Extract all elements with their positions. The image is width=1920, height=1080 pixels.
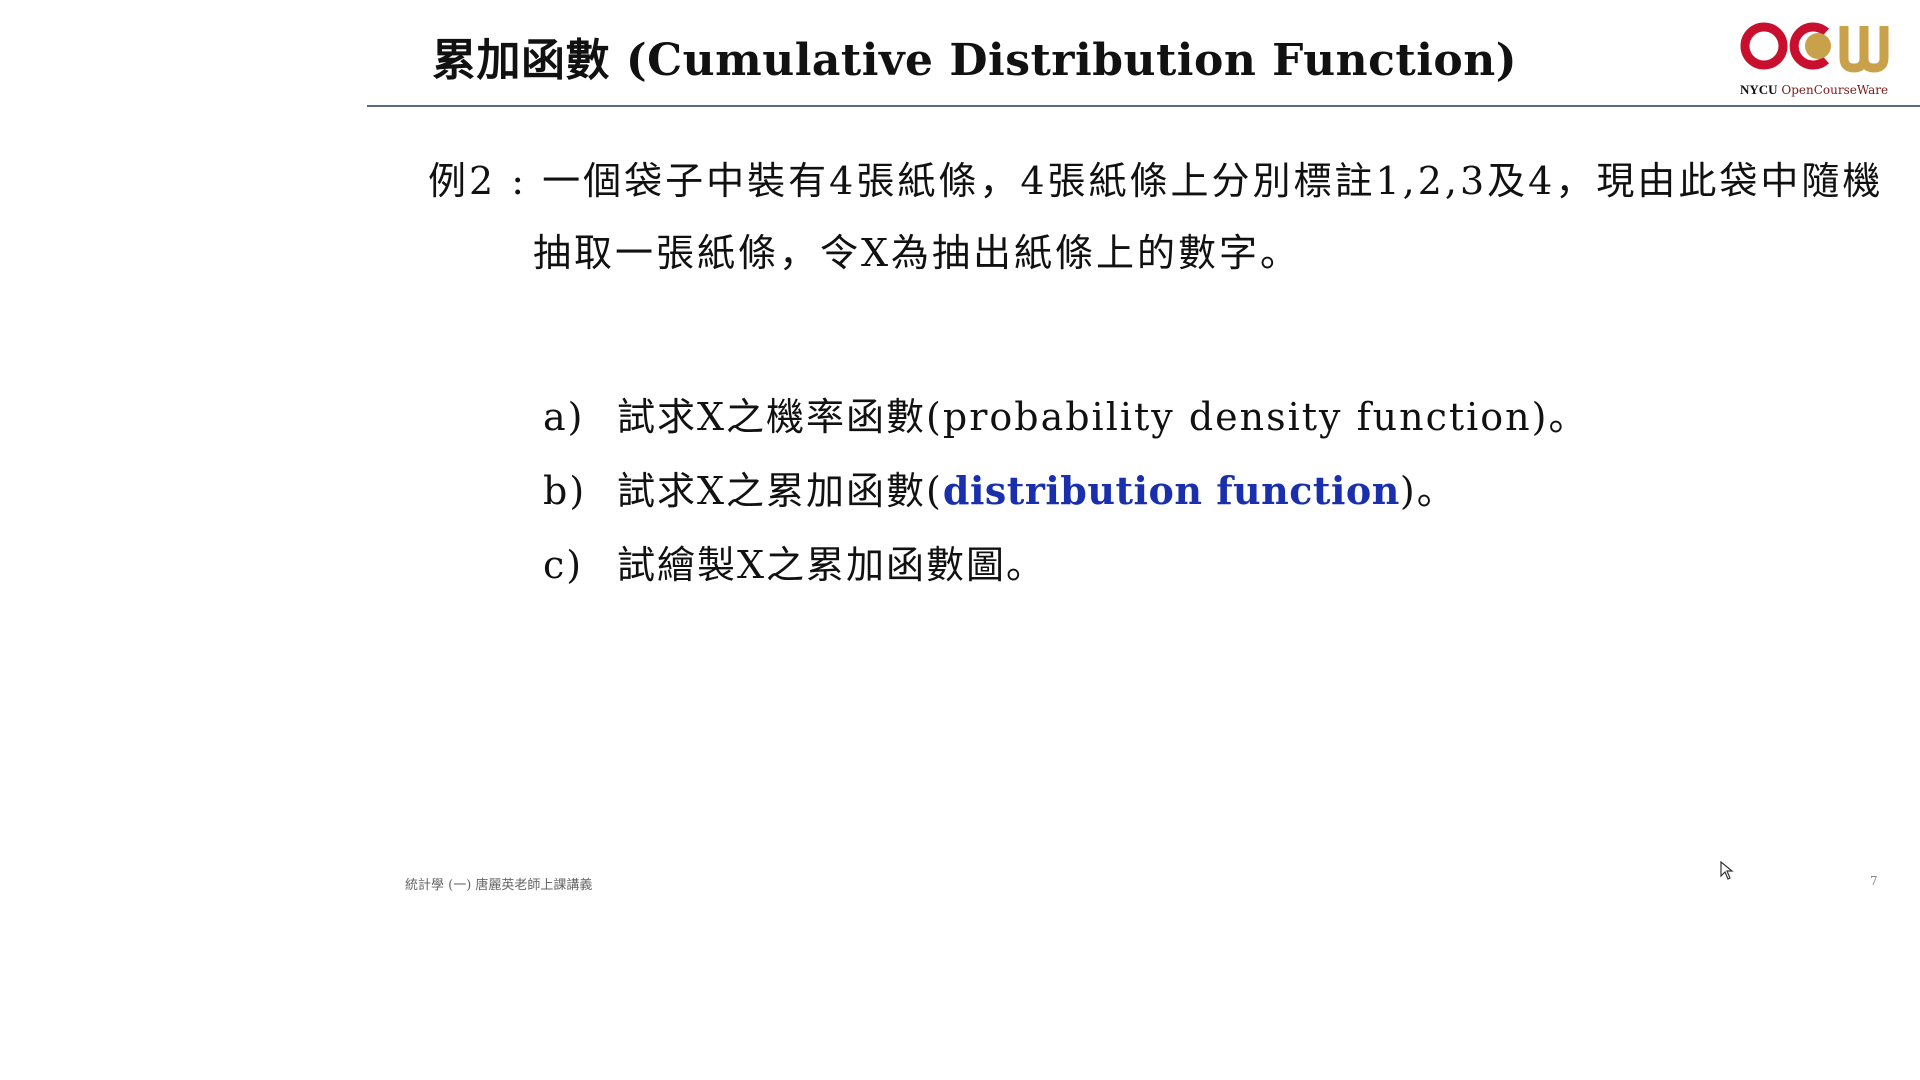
problem-line-2: 抽取一張紙條，令X為抽出紙條上的數字。 xyxy=(533,231,1302,275)
logo-caption-ocw: OpenCourseWare xyxy=(1777,83,1889,97)
question-label: b) xyxy=(543,469,587,513)
ocw-logo-icon xyxy=(1740,22,1889,73)
slide-title: 累加函數 (Cumulative Distribution Function) xyxy=(432,35,1518,86)
footer-course-name: 統計學 (一) 唐麗英老師上課講義 xyxy=(405,878,593,893)
logo-caption-nycu: NYCU xyxy=(1740,82,1778,97)
question-text: 試繪製X之累加函數圖。 xyxy=(617,543,1047,587)
question-label: a) xyxy=(543,395,585,439)
question-item-c: c) 試繪製X之累加函數圖。 xyxy=(543,533,1588,607)
ocw-logo-caption: NYCU OpenCourseWare xyxy=(1740,82,1900,98)
mouse-cursor-icon xyxy=(1720,861,1734,880)
question-item-b: b) 試求X之累加函數(distribution function)。 xyxy=(543,459,1588,533)
question-text: 試求X之機率函數(probability density function)。 xyxy=(617,395,1589,439)
question-item-a: a) 試求X之機率函數(probability density function)… xyxy=(543,385,1588,459)
question-text: 試求X之累加函數( xyxy=(617,469,943,513)
question-list: a) 試求X之機率函數(probability density function)… xyxy=(543,385,1588,607)
question-text-end: )。 xyxy=(1399,469,1457,513)
problem-statement: 例2 : 一個袋子中裝有4張紙條，4張紙條上分別標註1,2,3及4，現由此袋中隨… xyxy=(428,145,1884,289)
ocw-logo: NYCU OpenCourseWare xyxy=(1740,18,1900,100)
problem-line-1: 例2 : 一個袋子中裝有4張紙條，4張紙條上分別標註1,2,3及4，現由此袋中隨… xyxy=(428,159,1884,203)
title-divider xyxy=(367,105,1920,107)
footer-page-number: 7 xyxy=(1870,874,1878,888)
emphasized-term: distribution function xyxy=(942,468,1400,513)
slide: 累加函數 (Cumulative Distribution Function) … xyxy=(0,0,1920,1080)
question-label: c) xyxy=(543,543,584,587)
